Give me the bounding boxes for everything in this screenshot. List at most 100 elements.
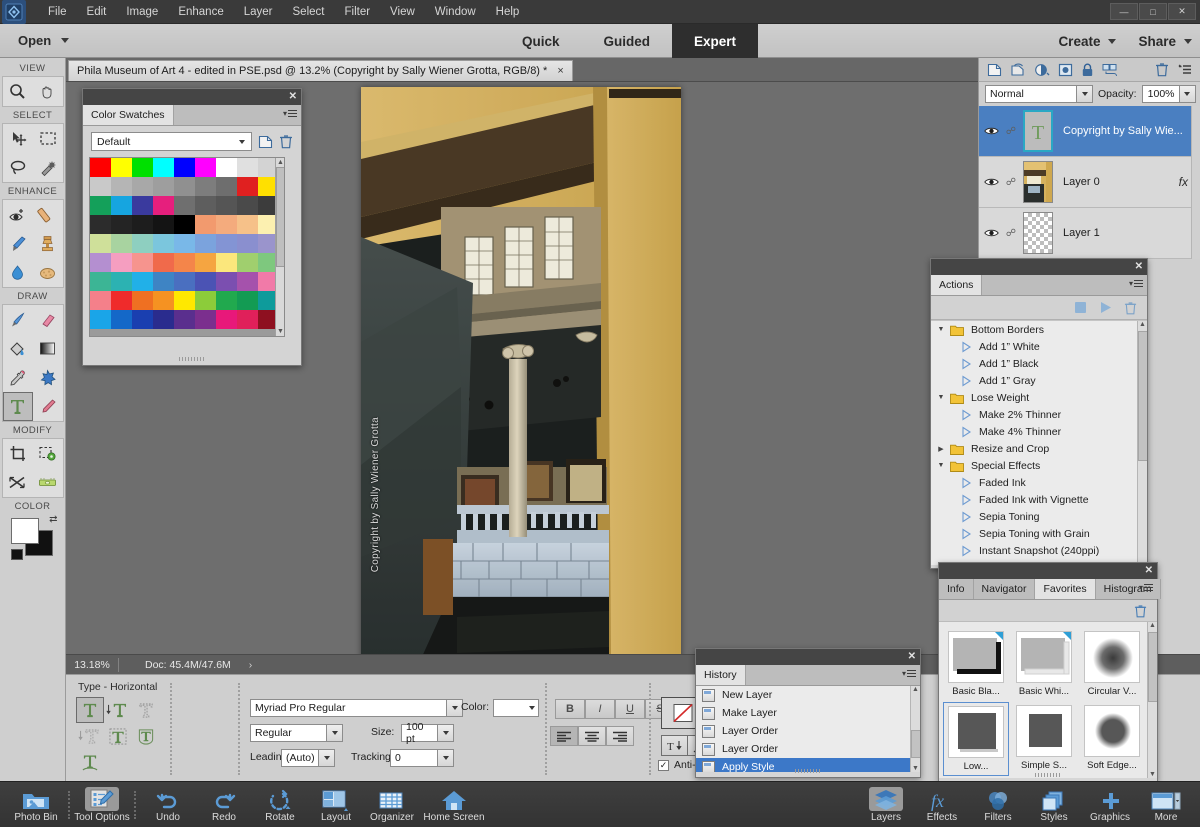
text-on-shape-tool-icon[interactable] <box>132 723 160 749</box>
table-row[interactable]: ☍ Layer 1 <box>979 208 1200 259</box>
italic-button[interactable]: I <box>585 699 615 719</box>
rotate-button[interactable]: Rotate <box>252 783 308 827</box>
color-swatch[interactable] <box>237 310 258 329</box>
action-row[interactable]: Add 1” Gray <box>931 372 1147 389</box>
text-orientation-icon[interactable]: T <box>661 735 688 756</box>
menu-help[interactable]: Help <box>486 3 530 21</box>
align-left-icon[interactable] <box>550 726 578 746</box>
color-swatch[interactable] <box>195 234 216 253</box>
color-swatch[interactable] <box>216 196 237 215</box>
opacity-control[interactable]: 100% <box>1141 85 1196 103</box>
share-button[interactable]: Share <box>1138 34 1192 49</box>
trash-icon[interactable] <box>1155 62 1169 77</box>
color-swatch[interactable] <box>237 234 258 253</box>
graphics-button[interactable]: Graphics <box>1082 783 1138 827</box>
color-swatch[interactable] <box>132 196 153 215</box>
effect-thumbnail[interactable] <box>1084 705 1140 757</box>
color-swatch[interactable] <box>111 253 132 272</box>
chevron-down-icon[interactable] <box>1108 38 1117 44</box>
leading-control[interactable]: (Auto) <box>281 749 335 767</box>
color-swatch[interactable] <box>174 253 195 272</box>
close-icon[interactable]: ✕ <box>908 652 916 662</box>
tab-guided[interactable]: Guided <box>582 24 673 58</box>
color-swatch[interactable] <box>216 291 237 310</box>
font-family-value[interactable]: Myriad Pro Regular <box>250 699 447 717</box>
swatch-scrollbar[interactable]: ▲ ▼ <box>275 158 284 336</box>
layer-name[interactable]: Copyright by Sally Wie... <box>1059 125 1200 137</box>
eye-icon[interactable] <box>983 228 999 238</box>
color-swatch[interactable] <box>174 291 195 310</box>
color-swatch[interactable] <box>237 291 258 310</box>
panel-title-bar[interactable]: ✕ <box>931 259 1147 275</box>
color-swatch[interactable] <box>90 177 111 196</box>
zoom-tool[interactable] <box>3 77 33 106</box>
color-swatch[interactable] <box>174 234 195 253</box>
opacity-dropdown-icon[interactable] <box>1179 85 1196 103</box>
leading-dropdown-icon[interactable] <box>319 749 335 767</box>
list-item[interactable]: Circular V... <box>1079 628 1145 700</box>
create-button[interactable]: Create <box>1058 34 1117 49</box>
tab-expert[interactable]: Expert <box>672 24 759 58</box>
tracking-dropdown-icon[interactable] <box>438 749 454 767</box>
chevron-down-icon[interactable] <box>529 706 535 710</box>
color-swatch[interactable] <box>153 215 174 234</box>
spot-healing-tool[interactable] <box>33 200 63 229</box>
blend-mode-dropdown-icon[interactable] <box>1077 85 1093 103</box>
anti-aliasing-checkbox[interactable]: ✓ <box>658 759 669 771</box>
color-swatch[interactable] <box>237 272 258 291</box>
color-swatch[interactable] <box>111 177 132 196</box>
color-swatch[interactable] <box>153 253 174 272</box>
tab-color-swatches[interactable]: Color Swatches <box>83 105 174 125</box>
color-swatch[interactable] <box>237 177 258 196</box>
delete-swatch-icon[interactable] <box>279 134 293 149</box>
document-tab[interactable]: Phila Museum of Art 4 - edited in PSE.ps… <box>68 60 573 81</box>
scroll-up-icon[interactable]: ▲ <box>1149 622 1156 629</box>
actions-list[interactable]: ▼ Bottom Borders Add 1” White Add 1” Black A… <box>931 320 1147 565</box>
list-item[interactable]: Soft Edge... <box>1079 702 1145 776</box>
scrollbar-thumb[interactable] <box>1138 331 1147 461</box>
font-style-dropdown-icon[interactable] <box>327 724 343 742</box>
color-swatch[interactable] <box>216 253 237 272</box>
group-layer-icon[interactable] <box>1102 63 1119 77</box>
tab-actions[interactable]: Actions <box>931 275 983 295</box>
color-swatch[interactable] <box>111 215 132 234</box>
color-swatch[interactable] <box>132 177 153 196</box>
color-swatch[interactable] <box>174 215 195 234</box>
clone-stamp-tool[interactable] <box>33 229 63 258</box>
link-layers-icon[interactable]: ☍ <box>1005 126 1017 137</box>
chevron-down-icon[interactable]: ▼ <box>937 326 945 333</box>
scroll-up-icon[interactable]: ▲ <box>1139 321 1146 328</box>
close-icon[interactable]: ✕ <box>1168 3 1196 20</box>
chevron-down-icon[interactable]: ▼ <box>937 394 945 401</box>
adjustment-layer-icon[interactable] <box>1034 63 1050 77</box>
color-swatch[interactable] <box>90 253 111 272</box>
swatch-grid[interactable]: ▲ ▼ <box>89 157 285 337</box>
photo-bin-button[interactable]: Photo Bin <box>8 783 64 827</box>
color-swatch[interactable] <box>174 196 195 215</box>
zoom-level[interactable]: 13.18% <box>66 659 118 671</box>
favorites-grid[interactable]: Basic Bla... Basic Whi... Circular V... <box>939 622 1157 778</box>
panel-resize-grip[interactable] <box>696 767 920 775</box>
color-swatch[interactable] <box>174 310 195 329</box>
home-screen-button[interactable]: Home Screen <box>420 783 488 827</box>
stop-icon[interactable] <box>1074 301 1087 314</box>
color-swatch[interactable] <box>195 253 216 272</box>
trash-icon[interactable] <box>1134 604 1147 618</box>
align-right-icon[interactable] <box>606 726 634 746</box>
action-row[interactable]: Make 2% Thinner <box>931 406 1147 423</box>
tracking-value[interactable]: 0 <box>390 749 438 767</box>
scrollbar-thumb[interactable] <box>1148 632 1157 702</box>
straighten-tool[interactable] <box>33 468 63 497</box>
link-layers-icon[interactable]: ☍ <box>1005 177 1017 188</box>
color-swatch[interactable] <box>132 291 153 310</box>
action-set-row[interactable]: ▶ Resize and Crop <box>931 440 1147 457</box>
custom-shape-tool[interactable] <box>33 363 63 392</box>
panel-title-bar[interactable]: ✕ <box>939 563 1157 579</box>
actions-panel[interactable]: ✕ Actions ▾ ▼ Bottom Borders Add 1” White A… <box>930 258 1148 569</box>
more-button[interactable]: More <box>1138 783 1194 827</box>
scroll-up-icon[interactable]: ▲ <box>277 159 284 166</box>
color-swatch[interactable] <box>90 310 111 329</box>
undo-button[interactable]: Undo <box>140 783 196 827</box>
panel-resize-grip[interactable] <box>939 771 1157 779</box>
text-on-selection-tool-icon[interactable] <box>104 723 132 749</box>
